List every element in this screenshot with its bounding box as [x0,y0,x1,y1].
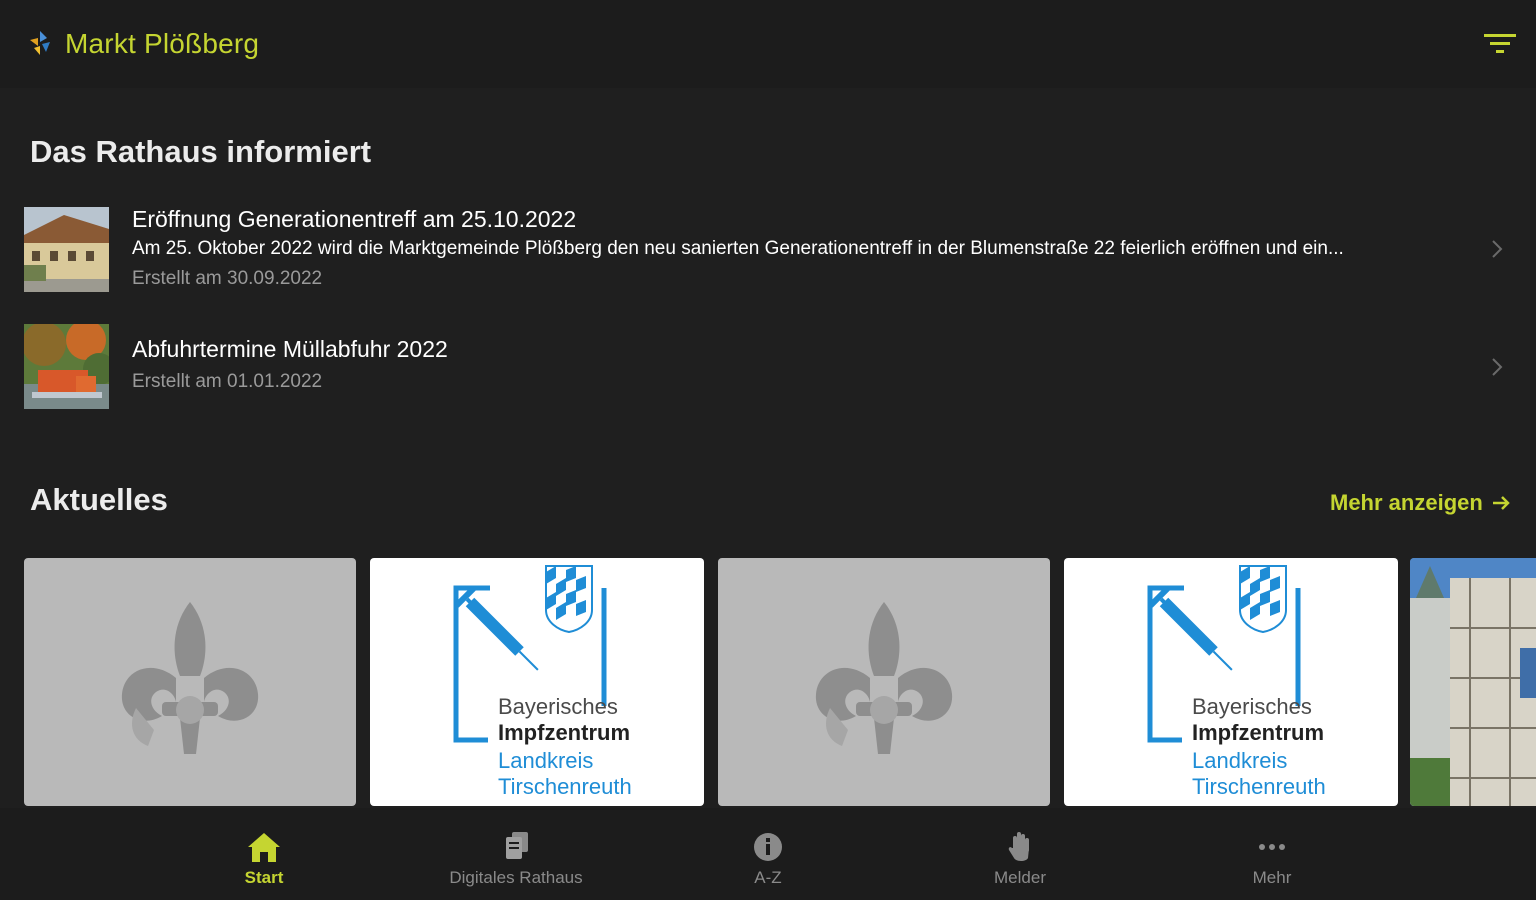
nav-label: Mehr [1252,868,1292,887]
chevron-right-icon [1492,240,1503,258]
vacc-line4: Tirschenreuth [1192,774,1326,799]
news-thumbnail [24,324,109,409]
nav-item-a-z[interactable]: A-Z [668,830,868,888]
nav-item-melder[interactable]: Melder [920,830,1120,888]
fleur-de-lis-placeholder-icon [815,602,953,754]
news-text: Am 25. Oktober 2022 wird die Marktgemein… [132,238,1344,259]
nav-label: Digitales Rathaus [449,868,583,887]
home-icon [248,833,280,862]
news-date: Erstellt am 30.09.2022 [132,268,323,289]
bottom-nav: Start Digitales Rathaus A-Z Melder Mehr [0,808,1536,900]
church-photo [1410,558,1536,806]
arrow-right-icon [1492,496,1510,510]
news-date: Erstellt am 01.01.2022 [132,371,323,392]
app: Markt Plößberg Das Rathaus informiert Er… [0,0,1536,900]
aktuelles-heading: Aktuelles [30,482,168,517]
news-thumbnail [24,207,109,292]
nav-item-mehr[interactable]: Mehr [1172,830,1372,888]
news-carousel[interactable]: Bayerisches Impfzentrum Landkreis Tirsch… [0,556,1536,808]
nav-item-digitales-rathaus[interactable]: Digitales Rathaus [416,830,616,888]
nav-label: Melder [994,868,1046,887]
more-link[interactable]: Mehr anzeigen [1330,490,1511,516]
vacc-line3: Landkreis [498,748,593,773]
documents-icon [506,832,528,859]
vacc-line4: Tirschenreuth [498,774,632,799]
news-card[interactable] [718,558,1050,806]
nav-label: Start [244,868,284,887]
news-card[interactable] [24,558,356,806]
news-card[interactable]: Bayerisches Impfzentrum Landkreis Tirsch… [370,558,704,806]
vacc-line2: Impfzentrum [498,720,630,745]
info-circle-icon [754,833,782,861]
chevron-right-icon [1492,358,1503,376]
municipality-logo-icon [30,31,50,55]
filter-icon[interactable] [1482,30,1518,58]
vacc-line1: Bayerisches [1192,694,1312,719]
top-bar: Markt Plößberg [0,0,1536,88]
vacc-line2: Impfzentrum [1192,720,1324,745]
news-title: Abfuhrtermine Müllabfuhr 2022 [132,336,448,362]
vacc-line1: Bayerisches [498,694,618,719]
news-item[interactable]: Abfuhrtermine Müllabfuhr 2022 Erstellt a… [24,324,1514,412]
more-dots-icon [1259,844,1285,850]
app-title: Markt Plößberg [65,28,260,59]
vaccination-center-logo: Bayerisches Impfzentrum Landkreis Tirsch… [453,565,632,799]
hand-icon [1008,832,1029,861]
news-card[interactable] [1410,558,1536,806]
news-item[interactable]: Eröffnung Generationentreff am 25.10.202… [24,206,1514,295]
news-card[interactable]: Bayerisches Impfzentrum Landkreis Tirsch… [1064,558,1398,806]
vacc-line3: Landkreis [1192,748,1287,773]
news-title: Eröffnung Generationentreff am 25.10.202… [132,206,577,232]
more-link-label: Mehr anzeigen [1330,490,1483,515]
nav-label: A-Z [754,868,782,887]
nav-item-start[interactable]: Start [164,830,364,888]
vaccination-center-logo: Bayerisches Impfzentrum Landkreis Tirsch… [1147,565,1326,799]
fleur-de-lis-placeholder-icon [121,602,259,754]
rathaus-heading: Das Rathaus informiert [30,134,372,169]
